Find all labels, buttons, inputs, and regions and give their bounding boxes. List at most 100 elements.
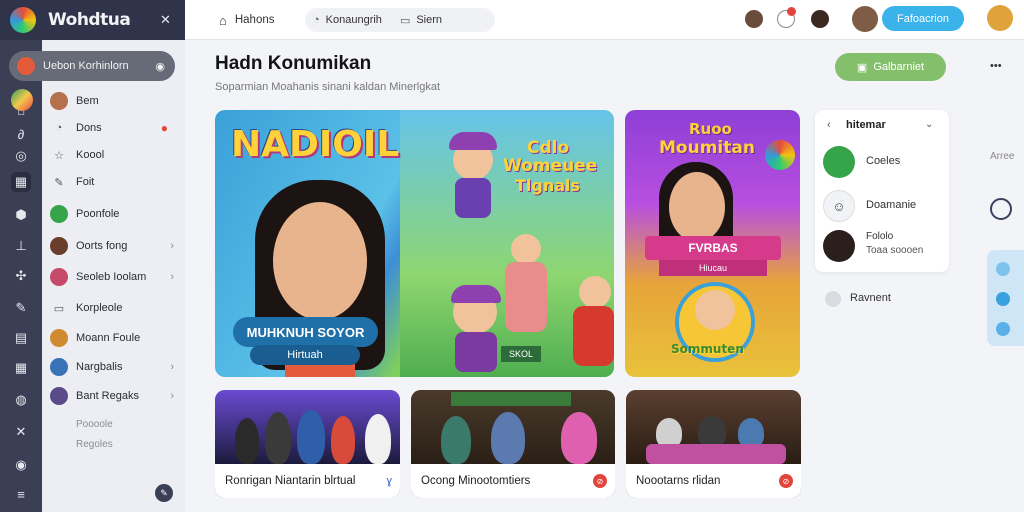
- tool-icon[interactable]: [996, 262, 1010, 276]
- sidebar-item-foit[interactable]: ✎ Foit: [50, 171, 178, 193]
- thumb-badge: ⊘: [779, 474, 793, 488]
- notification-badge: [787, 7, 796, 16]
- person: [235, 418, 259, 464]
- thumb-card-2[interactable]: Ocong Minootomtiers ⊘: [411, 390, 615, 498]
- pen-icon[interactable]: ✎: [11, 298, 31, 318]
- share-icon[interactable]: ✕: [11, 422, 31, 442]
- tab-home-label: Hahons: [234, 14, 275, 26]
- floating-toolbar: [987, 250, 1024, 346]
- home-icon: ⌂: [219, 12, 227, 28]
- sidebar-item-label: Koool: [76, 149, 105, 161]
- sidebar-item-label: Bem: [76, 95, 99, 107]
- hero-card-2[interactable]: Ruoo Moumitan FVRBAS Hiucau Sommuten: [625, 110, 800, 377]
- sidebar-item-moann-foule[interactable]: Moann Foule: [50, 327, 178, 349]
- calendar-icon[interactable]: ▦: [11, 172, 31, 192]
- chat-icon: ◔: [55, 122, 63, 134]
- sidebar-search[interactable]: Uebon Korhinlorn ◉: [9, 51, 175, 81]
- thumb-card-1[interactable]: Ronrigan Niantarin blrtual ɣ: [215, 390, 400, 498]
- avatar: [50, 237, 68, 255]
- chevron-right-icon[interactable]: ›: [170, 271, 174, 283]
- hero-right-line2: Womeuee: [503, 156, 598, 176]
- shield-icon[interactable]: ⬢: [11, 205, 31, 225]
- avatar: [50, 358, 68, 376]
- panel-avatar[interactable]: [823, 230, 855, 262]
- compass-icon[interactable]: [990, 198, 1012, 220]
- hero-badge: SKOL: [501, 346, 541, 362]
- settings-icon[interactable]: ◉: [11, 455, 31, 475]
- tab-siern[interactable]: Siern: [416, 14, 442, 26]
- sidebar-item-nargbalis[interactable]: Nargbalis ›: [50, 356, 178, 378]
- tool-icon[interactable]: [996, 292, 1010, 306]
- child-body: [573, 306, 614, 366]
- medal-label: Sommuten: [671, 342, 744, 356]
- user-icon[interactable]: ☺: [823, 190, 855, 222]
- page-subtitle: Soparmian Moahanis sinani kaldan Minerlg…: [215, 81, 441, 93]
- join-button-label: Galbarniet: [873, 61, 925, 73]
- sidebar-item-poonfole[interactable]: Poonfole: [50, 203, 178, 225]
- thumb-card-3[interactable]: Noootarns rlidan ⊘: [626, 390, 801, 498]
- far-right-label: Arree: [990, 151, 1015, 162]
- search-icon[interactable]: ◉: [155, 60, 165, 73]
- thumb-caption-text: Noootarns rlidan: [636, 475, 721, 487]
- refresh-icon[interactable]: [825, 291, 841, 307]
- avatar: [50, 329, 68, 347]
- sidebar-item-label: Poonfole: [76, 208, 120, 220]
- panel-item-label[interactable]: Fololo: [866, 231, 893, 242]
- compose-icon[interactable]: ✎: [155, 484, 173, 502]
- hero-card-1[interactable]: NADIOIL MUHKNUH SOYOR Hirtuah Cdlo Womeu…: [215, 110, 614, 377]
- close-icon[interactable]: ✕: [160, 12, 171, 28]
- group-icon[interactable]: ✣: [11, 266, 31, 286]
- child-face: [695, 290, 735, 330]
- hero-right-title: Cdlo: [527, 138, 570, 158]
- thumb-sign: [451, 392, 571, 406]
- sidebar-item-regoles[interactable]: Regoles: [50, 433, 178, 455]
- sidebar-item-label: Korpleole: [76, 302, 123, 314]
- join-icon: ▣: [856, 61, 868, 74]
- sidebar-item-bant-regaks[interactable]: Bant Regaks ›: [50, 385, 178, 407]
- tool-icon[interactable]: [996, 322, 1010, 336]
- panel-item-label[interactable]: Coeles: [866, 155, 900, 167]
- user-avatar[interactable]: [11, 89, 33, 111]
- sidebar-item-dons[interactable]: ◔ Dons ●: [50, 117, 178, 139]
- hero-sub: Hirtuah: [250, 345, 360, 365]
- action-button[interactable]: Fafoacrion: [882, 6, 964, 31]
- person: [331, 416, 355, 464]
- tab-konaungrih[interactable]: Konaungrih: [326, 14, 382, 26]
- user-avatar[interactable]: [852, 6, 878, 32]
- chevron-right-icon[interactable]: ›: [170, 390, 174, 402]
- game-table: [646, 444, 786, 464]
- link-icon[interactable]: ∂: [11, 124, 31, 144]
- back-icon[interactable]: ‹: [827, 119, 831, 131]
- chart-icon[interactable]: ⊥: [11, 236, 31, 256]
- brand-name: Wohdtua: [48, 10, 131, 30]
- tab-home[interactable]: ⌂ Hahons: [219, 8, 275, 32]
- globe-icon[interactable]: ◎: [11, 146, 31, 166]
- avatar[interactable]: [811, 10, 829, 28]
- profile-avatar[interactable]: [987, 5, 1013, 31]
- sidebar-item-poooole[interactable]: Poooole: [50, 413, 178, 435]
- chevron-right-icon[interactable]: ›: [170, 361, 174, 373]
- sidebar-item-seoleb-ioolam[interactable]: Seoleb Ioolam ›: [50, 266, 178, 288]
- person: [297, 410, 325, 464]
- hero2-ribbon: FVRBAS: [645, 236, 781, 260]
- lollipop-icon: [765, 140, 795, 170]
- cartoon-hat: [449, 132, 497, 150]
- sidebar-item-korpleole[interactable]: ▭ Korpleole: [50, 297, 178, 319]
- avatar[interactable]: [745, 10, 763, 28]
- more-icon[interactable]: •••: [990, 60, 1002, 72]
- chevron-right-icon[interactable]: ›: [170, 240, 174, 252]
- cartoon-body: [455, 178, 491, 218]
- sidebar-item-oorts-fong[interactable]: Oorts fong ›: [50, 235, 178, 257]
- child-face: [511, 234, 541, 264]
- panel-avatar[interactable]: [823, 146, 855, 178]
- star-icon: ☆: [54, 149, 64, 162]
- chevron-down-icon[interactable]: ⌄: [925, 119, 933, 130]
- join-button[interactable]: ▣ Galbarniet: [835, 53, 946, 81]
- sidebar-item-koool[interactable]: ☆ Koool: [50, 144, 178, 166]
- apps-icon[interactable]: ▦: [11, 358, 31, 378]
- grid-icon[interactable]: ▤: [11, 328, 31, 348]
- sidebar-item-bem[interactable]: Bem: [50, 90, 178, 112]
- panel-item-label[interactable]: Doamanie: [866, 199, 916, 211]
- menu-icon[interactable]: ≡: [11, 484, 31, 504]
- lock-icon[interactable]: ◍: [11, 390, 31, 410]
